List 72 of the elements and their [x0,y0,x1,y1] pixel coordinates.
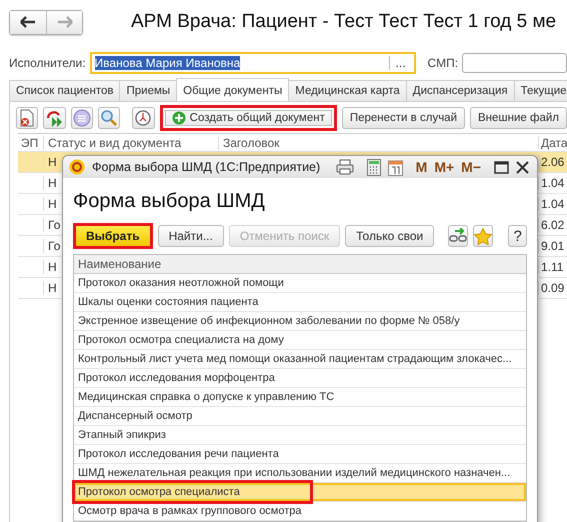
dialog-button[interactable]: Только свои [345,225,434,247]
star-icon [474,228,492,244]
field-label: СМП: [428,56,458,70]
list-row[interactable]: Осмотр врача в рамках группового осмотра [74,502,526,521]
arrow-right-icon [56,16,72,28]
document-delete-icon [19,109,36,127]
toolbar-button[interactable]: Перенести в случай [342,107,466,129]
list-row[interactable]: Протокол осмотра специалиста на дому [74,331,526,350]
list-item-text: Осмотр врача в рамках группового осмотра [78,504,302,519]
list-row[interactable]: Шкалы оценки состояния пациента [74,293,526,312]
list-item-text: Экстренное извещение об инфекционном заболевании по форме № 058/у [78,314,460,329]
list-button[interactable] [70,107,93,129]
list-row[interactable]: Контрольный лист учета мед помощи оказанной пациентам страдающим злокачес... [74,350,526,369]
performer-field[interactable]: Иванова Мария Ивановна ... [90,52,416,74]
delete-document-button[interactable] [16,107,38,129]
close-icon[interactable] [516,160,529,174]
clock-icon [135,110,152,126]
list-row[interactable]: Протокол исследования морфоцентра [74,369,526,388]
toolbar-button[interactable]: Создать общий документ [160,105,337,131]
list-item-text: Протокол осмотра специалиста на дому [78,333,284,348]
field-label: Исполнители: [9,56,86,70]
maximize-icon[interactable] [494,160,509,174]
list-row[interactable]: Этапный эпикриз [74,426,526,445]
link-arrow-icon [449,228,468,244]
list-row[interactable]: Протокол оказания неотложной помощи [74,274,526,293]
search-button[interactable] [98,107,120,129]
history-button[interactable] [132,107,155,129]
smp-field[interactable] [462,53,567,73]
window-title: АРМ Врача: Пациент - Тест Тест Тест 1 год 5 ме [131,11,556,33]
column-header: Наименование [74,255,526,274]
tab[interactable]: Приемы [119,80,178,101]
search-icon [100,109,118,127]
undo-button[interactable] [43,107,66,129]
logo-icon [69,159,85,175]
tab[interactable]: Медицинская карта [288,80,407,101]
arrow-left-icon [20,16,36,28]
tab[interactable]: Список пациентов [9,80,120,101]
list-item-text: Протокол исследования речи пациента [78,447,279,462]
list-row[interactable]: Протокол осмотра специалиста [74,483,526,502]
memory-button[interactable]: M [416,159,428,175]
memory-button[interactable]: M+ [434,159,454,175]
list-row[interactable]: Медицинская справка о допуске к управлению ТС [74,388,526,407]
calculator-icon[interactable] [366,158,381,176]
list-item-text: Шкалы оценки состояния пациента [78,295,258,310]
list-item-text: Этапный эпикриз [78,428,166,443]
plus-icon [172,111,186,125]
list-row[interactable]: Экстренное извещение об инфекционном заболевании по форме № 058/у [74,312,526,331]
back-button[interactable] [10,10,46,34]
column-header: Заголовок [218,136,538,150]
list-item-text: Протокол исследования морфоцентра [78,371,275,386]
list-row[interactable]: Протокол исследования речи пациента [74,445,526,464]
list-item-text: Диспансерный осмотр [78,409,192,424]
column-header: Статус и вид документа [43,136,218,150]
calendar-icon[interactable] [388,158,403,176]
list-row[interactable]: Диспансерный осмотр [74,407,526,426]
help-button[interactable]: ? [508,225,527,247]
dialog-button[interactable]: Найти... [158,225,224,247]
column-header: ЭП [20,136,40,150]
circle-list-icon [72,109,91,127]
toolbar-button[interactable]: Внешние файл [470,107,567,129]
memory-button[interactable]: M− [461,159,481,175]
printer-icon[interactable] [336,159,354,175]
list-item-text: Медицинская справка о допуске к управлению ТС [78,390,334,405]
list-item-text: Контрольный лист учета мед помощи оказанной пациентам страдающим злокачес... [78,352,512,367]
list-item-text: Протокол осмотра специалиста [75,483,310,501]
dialog-button[interactable]: Выбрать [73,223,153,249]
field-value: Иванова Мария Ивановна [94,56,240,70]
tab[interactable]: Текущие [514,80,567,101]
link-button[interactable] [448,225,468,247]
tab[interactable]: Диспансеризация [406,80,515,101]
list-item-text: ШМД нежелательная реакция при использовании изделий медицинского назначен... [78,466,510,481]
arrow-loop-icon [44,109,64,127]
